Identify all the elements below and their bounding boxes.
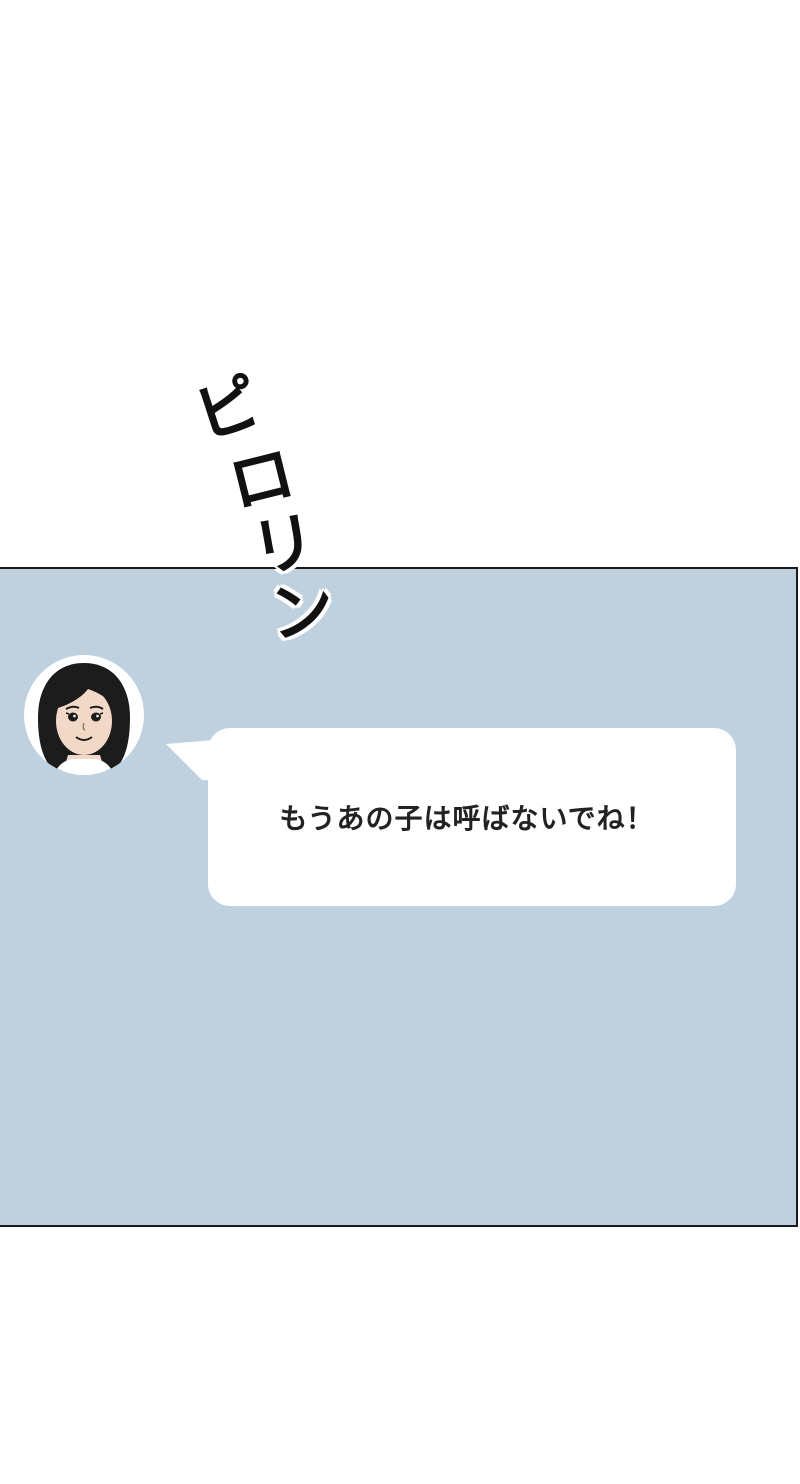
speech-bubble: もうあの子は呼ばないでね！	[208, 728, 736, 906]
avatar	[24, 655, 144, 775]
woman-avatar-icon	[38, 663, 130, 775]
comic-page: ピ ロ リ ン もうあの子は呼ばないでね！	[0, 0, 800, 1484]
message-text: もうあの子は呼ばないでね！	[279, 802, 655, 835]
sfx-char: ピ	[185, 363, 270, 456]
bubble-tail	[166, 740, 214, 780]
sfx-char: ン	[265, 569, 339, 654]
sound-effect: ピ ロ リ ン	[185, 363, 360, 662]
